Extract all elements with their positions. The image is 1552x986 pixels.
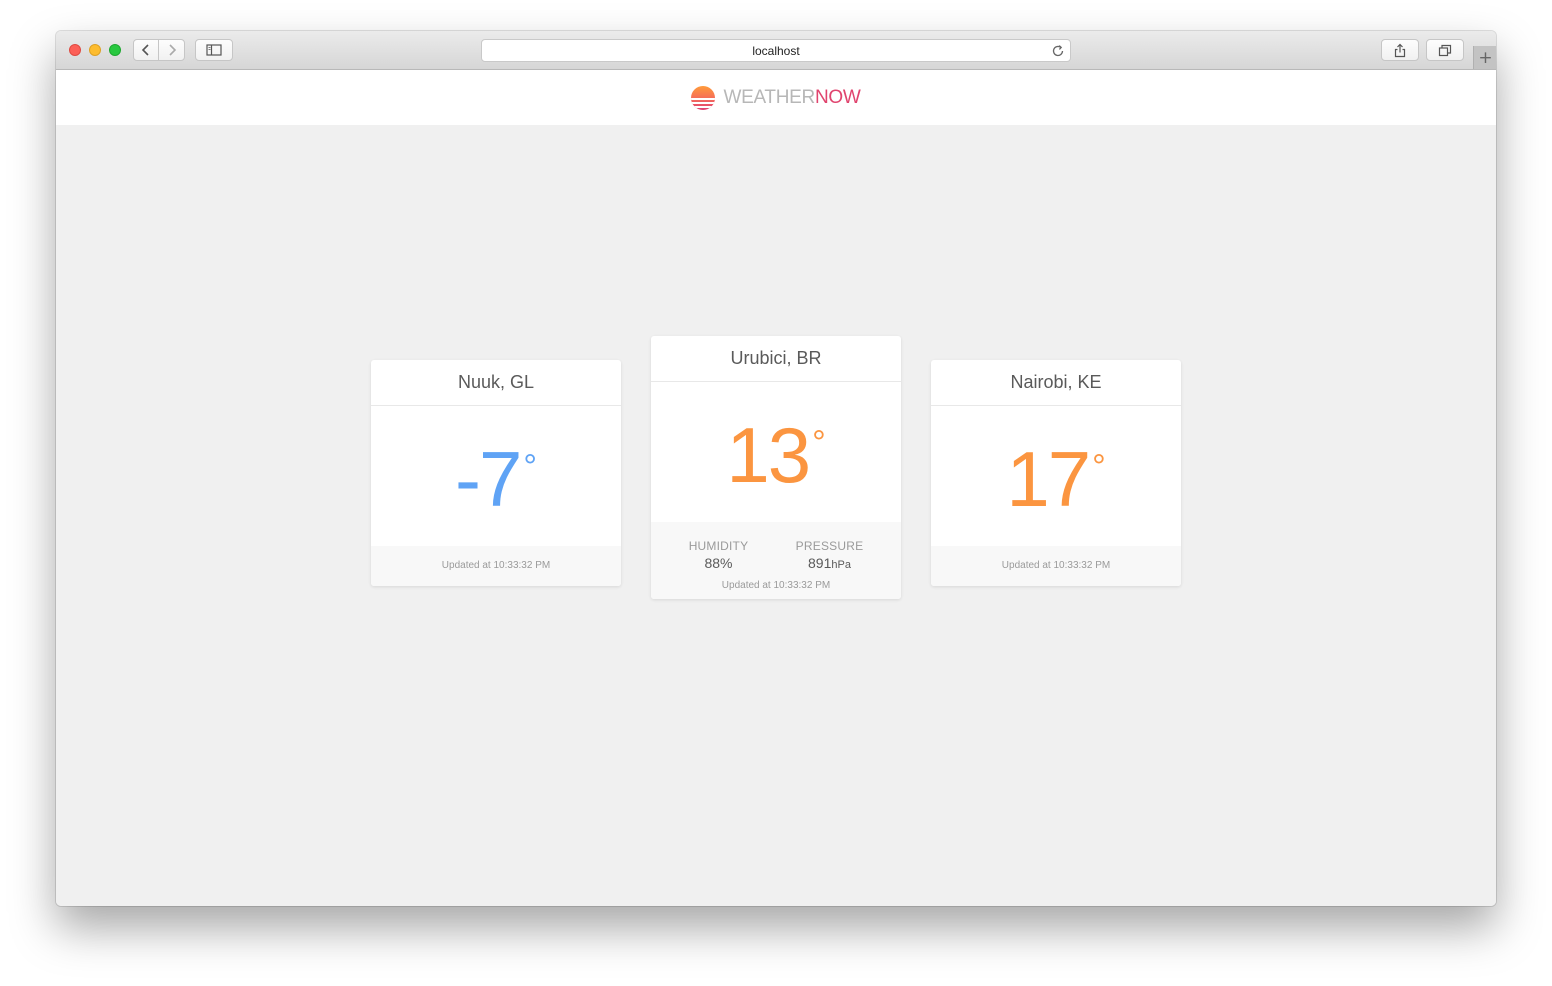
new-tab-button[interactable]: + [1473,46,1496,69]
browser-window: localhost + WEATHERNOW Nuuk, GL -7 ° Upd… [56,31,1496,906]
pressure-label: PRESSURE [795,539,864,553]
back-button[interactable] [133,39,159,61]
humidity-label: HUMIDITY [688,539,749,553]
weather-card-nuuk[interactable]: Nuuk, GL -7 ° Updated at 10:33:32 PM [371,360,621,586]
temperature-display: 17 ° [931,406,1181,546]
updated-timestamp: Updated at 10:33:32 PM [721,580,831,591]
temperature-value: -7 [455,435,522,523]
reload-icon[interactable] [1051,44,1065,58]
weather-details: HUMIDITY 88% PRESSURE 891hPa [651,522,901,571]
pressure-unit: hPa [831,559,851,571]
card-footer: Updated at 10:33:32 PM [371,546,621,586]
app-logo[interactable]: WEATHERNOW [691,85,861,110]
weather-card-nairobi[interactable]: Nairobi, KE 17 ° Updated at 10:33:32 PM [931,360,1181,586]
humidity-value: 88% [704,555,733,571]
city-name: Urubici, BR [651,336,901,382]
tabs-icon [1438,44,1452,56]
chevron-left-icon [141,44,149,56]
weather-card-urubici[interactable]: Urubici, BR 13 ° HUMIDITY 88% PRESSURE 8… [651,336,901,599]
plus-icon: + [1478,47,1493,68]
sidebar-icon [206,44,222,56]
forward-button[interactable] [158,39,185,61]
address-text: localhost [752,43,800,58]
logo-text-now: NOW [814,86,861,108]
logo-text: WEATHERNOW [723,87,860,109]
share-button[interactable] [1381,39,1419,61]
browser-toolbar: localhost + [56,31,1496,70]
degree-symbol: ° [523,448,537,486]
pressure-detail: PRESSURE 891hPa [796,539,864,571]
degree-symbol: ° [812,424,826,462]
city-name: Nuuk, GL [371,360,621,406]
temperature-display: 13 ° [651,382,901,522]
pressure-value-row: 891hPa [796,555,864,571]
degree-symbol: ° [1092,448,1106,486]
chevron-right-icon [168,44,176,56]
temperature-value: 17 [1006,435,1091,523]
logo-text-weather: WEATHER [723,86,815,108]
app-header: WEATHERNOW [56,70,1496,125]
show-tabs-button[interactable] [1426,39,1464,61]
card-footer: HUMIDITY 88% PRESSURE 891hPa Updated at … [651,522,901,599]
pressure-value: 891 [808,555,832,571]
temperature-value: 13 [726,411,811,499]
temperature-display: -7 ° [371,406,621,546]
maximize-window-button[interactable] [109,44,121,56]
address-bar[interactable]: localhost [481,39,1071,62]
updated-timestamp: Updated at 10:33:32 PM [441,560,551,571]
share-icon [1394,43,1406,57]
sunset-logo-icon [691,85,716,110]
updated-timestamp: Updated at 10:33:32 PM [1001,560,1111,571]
card-footer: Updated at 10:33:32 PM [931,546,1181,586]
minimize-window-button[interactable] [89,44,101,56]
sidebar-toggle-button[interactable] [195,39,233,61]
city-name: Nairobi, KE [931,360,1181,406]
humidity-detail: HUMIDITY 88% [689,539,749,571]
page-content: WEATHERNOW Nuuk, GL -7 ° Updated at 10:3… [56,70,1496,906]
close-window-button[interactable] [69,44,81,56]
